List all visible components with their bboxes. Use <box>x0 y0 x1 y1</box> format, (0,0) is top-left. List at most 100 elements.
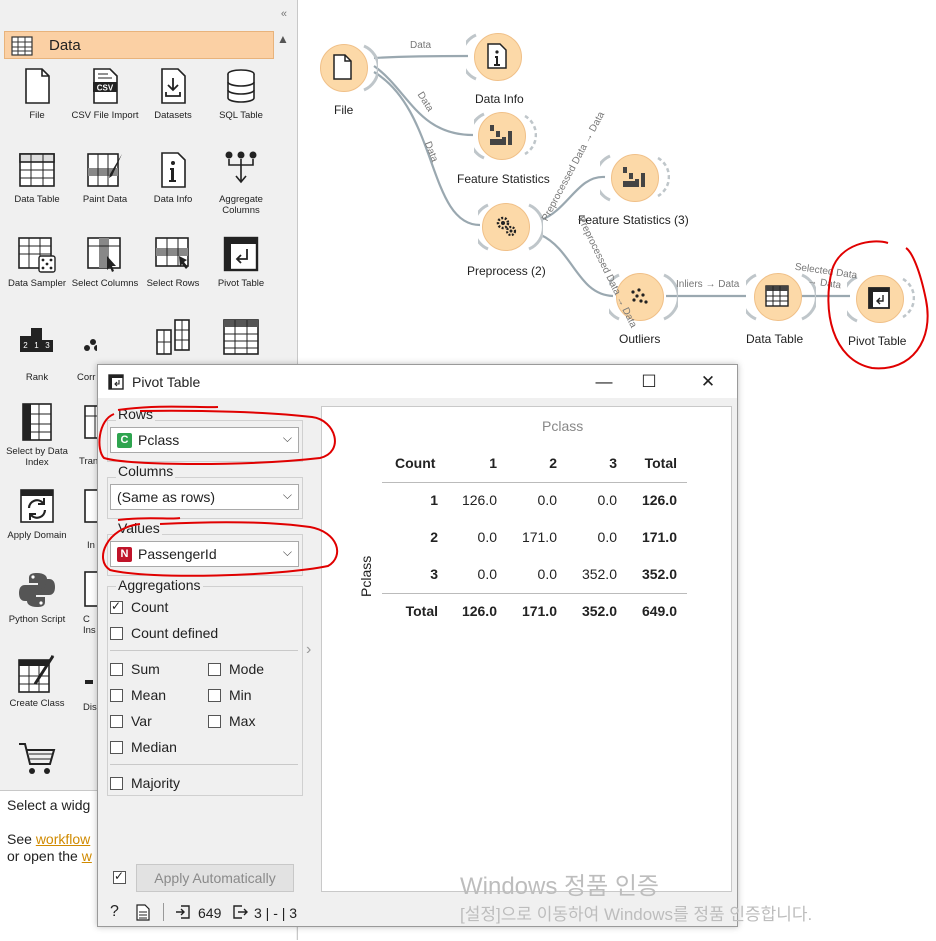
count-checkbox[interactable]: ✓ <box>110 599 123 614</box>
widget-data-table[interactable]: Data Table <box>3 150 71 205</box>
toolbox-top-strip: « <box>0 0 297 30</box>
columns-combobox[interactable]: (Same as rows) ⌵ <box>110 484 299 510</box>
widget-correlations[interactable]: Corr <box>71 318 97 383</box>
widget-label: Pivot Table <box>217 278 265 289</box>
node-label: File <box>334 103 354 117</box>
table-cell: 0.0 <box>537 566 557 582</box>
sum-checkbox[interactable] <box>110 663 123 676</box>
widget-csv-file-import[interactable]: CSV CSV File Import <box>71 66 139 121</box>
widget-label: Data Sampler <box>7 278 67 289</box>
maximize-icon[interactable]: ☐ <box>627 370 671 394</box>
widget-transpose[interactable]: Tran <box>71 402 97 467</box>
values-combobox-value: PassengerId <box>138 546 217 562</box>
windows-activation-watermark: Windows 정품 인증 <box>460 873 660 900</box>
table-cell: 0.0 <box>597 492 617 508</box>
widget-apply-domain[interactable]: Apply Domain <box>3 486 71 541</box>
apply-domain-icon <box>20 489 54 523</box>
pivot-icon <box>108 374 124 390</box>
rows-combobox-value: Pclass <box>138 432 180 448</box>
mean-checkbox[interactable] <box>110 689 123 702</box>
count-defined-checkbox[interactable] <box>110 627 123 640</box>
widget-paint-data[interactable]: Paint Data <box>71 150 139 205</box>
widget-label: Select Rows <box>146 278 200 289</box>
svg-text:1: 1 <box>34 341 39 350</box>
node-feature-statistics-3[interactable]: Feature Statistics (3) <box>578 154 698 234</box>
link-file-datainfo[interactable] <box>373 54 469 60</box>
widget-select-by-data-index[interactable]: Select by Data Index <box>3 402 71 468</box>
workflow-link[interactable]: workflow <box>36 831 90 847</box>
help-question-icon[interactable]: ? <box>110 903 119 921</box>
widget-label: C Ins <box>83 614 96 636</box>
widget-label: Apply Domain <box>7 530 67 541</box>
impute-icon <box>84 489 97 523</box>
select-rows-icon <box>155 237 189 269</box>
widget-label: Tran <box>79 456 97 467</box>
widget-python-script[interactable]: Python Script <box>3 570 71 625</box>
widget-label: SQL Table <box>219 110 263 121</box>
widget-label: Python Script <box>8 614 66 625</box>
dialog-title: Pivot Table <box>132 374 201 390</box>
bar-chart-icon <box>623 167 645 187</box>
widget-select-rows[interactable]: Select Rows <box>139 234 207 289</box>
continuous-variable-icon: C <box>117 433 132 448</box>
widget-select-columns[interactable]: Select Columns <box>71 234 139 289</box>
edge-label: Inliers → Data <box>676 279 740 290</box>
help-text-line3: or open the w <box>7 848 92 864</box>
scroll-up-arrow-icon[interactable]: ▲ <box>277 32 289 46</box>
rows-combobox[interactable]: C Pclass ⌵ <box>110 427 299 453</box>
create-instance-icon <box>84 571 97 607</box>
var-checkbox[interactable] <box>110 715 123 728</box>
var-label: Var <box>131 713 152 729</box>
median-label: Median <box>131 739 177 755</box>
table-cell: 0.0 <box>537 492 557 508</box>
table-cell: 649.0 <box>641 603 677 619</box>
widget-file[interactable]: File <box>3 66 71 121</box>
csv-file-icon: CSV <box>93 68 118 104</box>
status-divider <box>163 903 164 921</box>
collapse-toolbox-icon[interactable]: « <box>281 8 287 20</box>
widget-data-info[interactable]: Data Info <box>139 150 207 205</box>
majority-checkbox[interactable] <box>110 777 123 790</box>
widget-impute[interactable]: In <box>71 486 97 551</box>
dialog-titlebar[interactable]: Pivot Table — ☐ ✕ <box>98 365 737 398</box>
report-document-icon[interactable] <box>136 904 150 921</box>
output-arc <box>657 156 670 198</box>
widget-merge-data[interactable] <box>139 318 207 358</box>
mode-checkbox[interactable] <box>208 663 221 676</box>
widget-datasets[interactable]: Datasets <box>139 66 207 121</box>
correlations-icon <box>84 339 97 351</box>
minimize-icon[interactable]: — <box>582 370 626 394</box>
widget-discretize[interactable]: Dis <box>71 654 97 713</box>
median-checkbox[interactable] <box>110 741 123 754</box>
discretize-icon <box>85 680 93 684</box>
min-checkbox[interactable] <box>208 689 221 702</box>
max-checkbox[interactable] <box>208 715 221 728</box>
apply-button[interactable]: Apply Automatically <box>136 864 294 892</box>
svg-text:3: 3 <box>45 341 50 350</box>
widget-create-class[interactable]: Create Class <box>3 654 71 709</box>
widget-grid-table[interactable] <box>207 318 275 358</box>
widget-sql-table[interactable]: SQL Table <box>207 66 275 121</box>
node-data-info[interactable]: Data Info <box>470 33 540 113</box>
widget-aggregate-columns[interactable]: Aggregate Columns <box>207 150 275 216</box>
row-header: 3 <box>430 566 438 582</box>
widget-create-instance[interactable]: C Ins <box>71 570 97 636</box>
widget-data-sampler[interactable]: Data Sampler <box>3 234 71 289</box>
close-icon[interactable]: ✕ <box>686 370 730 394</box>
widget-rank[interactable]: 213 Rank <box>3 318 71 383</box>
node-label: Data Info <box>475 92 524 106</box>
apply-automatically-checkbox[interactable]: ✓ <box>113 869 126 884</box>
values-combobox[interactable]: N PassengerId ⌵ <box>110 541 299 567</box>
widget-cart[interactable] <box>3 738 71 778</box>
total-separator <box>382 593 687 594</box>
table-cell: 126.0 <box>461 603 497 619</box>
category-header-data[interactable]: Data <box>4 31 274 59</box>
node-feature-statistics[interactable]: Feature Statistics <box>455 112 565 192</box>
widget-pivot-table[interactable]: Pivot Table <box>207 234 275 289</box>
pivot-table-view: Pclass Pclass Count 1 2 3 Total 1 126.0 … <box>321 406 732 892</box>
min-label: Min <box>229 687 252 703</box>
welcome-link[interactable]: w <box>82 848 92 864</box>
max-label: Max <box>229 713 256 729</box>
node-label: Outliers <box>619 332 661 346</box>
splitter-handle-icon[interactable]: › <box>306 641 311 659</box>
